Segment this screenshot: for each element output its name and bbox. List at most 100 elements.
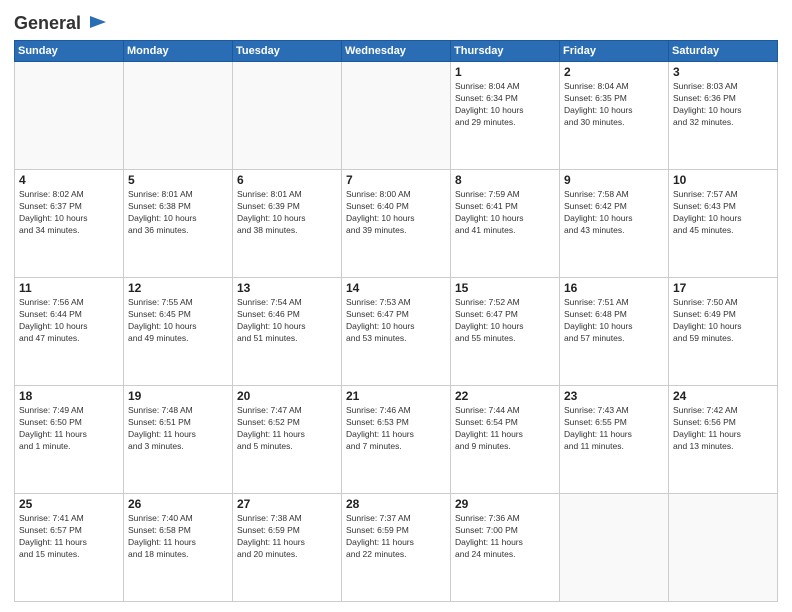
day-info: Sunrise: 7:46 AM Sunset: 6:53 PM Dayligh… [346,405,446,453]
day-info: Sunrise: 7:41 AM Sunset: 6:57 PM Dayligh… [19,513,119,561]
week-row-3: 11 Sunrise: 7:56 AM Sunset: 6:44 PM Dayli… [15,278,778,386]
calendar-cell: 5 Sunrise: 8:01 AM Sunset: 6:38 PM Daylig… [124,170,233,278]
day-info: Sunrise: 7:44 AM Sunset: 6:54 PM Dayligh… [455,405,555,453]
calendar-cell: 14 Sunrise: 7:53 AM Sunset: 6:47 PM Dayli… [342,278,451,386]
calendar-cell: 7 Sunrise: 8:00 AM Sunset: 6:40 PM Daylig… [342,170,451,278]
calendar-cell: 26 Sunrise: 7:40 AM Sunset: 6:58 PM Dayli… [124,494,233,602]
day-info: Sunrise: 8:04 AM Sunset: 6:35 PM Dayligh… [564,81,664,129]
day-info: Sunrise: 7:42 AM Sunset: 6:56 PM Dayligh… [673,405,773,453]
day-info: Sunrise: 8:02 AM Sunset: 6:37 PM Dayligh… [19,189,119,237]
logo: General [14,14,108,34]
day-number: 10 [673,173,773,187]
day-number: 4 [19,173,119,187]
page: General SundayMondayTuesdayWednesdayThur… [0,0,792,612]
calendar-cell: 29 Sunrise: 7:36 AM Sunset: 7:00 PM Dayli… [451,494,560,602]
day-info: Sunrise: 7:48 AM Sunset: 6:51 PM Dayligh… [128,405,228,453]
day-number: 15 [455,281,555,295]
day-number: 29 [455,497,555,511]
weekday-header-row: SundayMondayTuesdayWednesdayThursdayFrid… [15,41,778,62]
day-info: Sunrise: 7:56 AM Sunset: 6:44 PM Dayligh… [19,297,119,345]
day-info: Sunrise: 7:58 AM Sunset: 6:42 PM Dayligh… [564,189,664,237]
day-info: Sunrise: 7:54 AM Sunset: 6:46 PM Dayligh… [237,297,337,345]
calendar-cell [124,62,233,170]
calendar-cell: 20 Sunrise: 7:47 AM Sunset: 6:52 PM Dayli… [233,386,342,494]
day-number: 1 [455,65,555,79]
week-row-5: 25 Sunrise: 7:41 AM Sunset: 6:57 PM Dayli… [15,494,778,602]
day-info: Sunrise: 8:03 AM Sunset: 6:36 PM Dayligh… [673,81,773,129]
day-number: 27 [237,497,337,511]
calendar-cell: 18 Sunrise: 7:49 AM Sunset: 6:50 PM Dayli… [15,386,124,494]
calendar-cell: 8Sunrise: 7:59 AM Sunset: 6:41 PM Daylig… [451,170,560,278]
calendar-cell: 13 Sunrise: 7:54 AM Sunset: 6:46 PM Dayli… [233,278,342,386]
calendar-cell: 19 Sunrise: 7:48 AM Sunset: 6:51 PM Dayli… [124,386,233,494]
calendar-cell: 15 Sunrise: 7:52 AM Sunset: 6:47 PM Dayli… [451,278,560,386]
day-number: 7 [346,173,446,187]
day-info: Sunrise: 8:00 AM Sunset: 6:40 PM Dayligh… [346,189,446,237]
weekday-header-thursday: Thursday [451,41,560,62]
day-info: Sunrise: 7:53 AM Sunset: 6:47 PM Dayligh… [346,297,446,345]
weekday-header-tuesday: Tuesday [233,41,342,62]
day-number: 13 [237,281,337,295]
day-number: 17 [673,281,773,295]
day-number: 18 [19,389,119,403]
day-info: Sunrise: 7:43 AM Sunset: 6:55 PM Dayligh… [564,405,664,453]
weekday-header-friday: Friday [560,41,669,62]
day-number: 20 [237,389,337,403]
day-info: Sunrise: 7:37 AM Sunset: 6:59 PM Dayligh… [346,513,446,561]
day-number: 2 [564,65,664,79]
day-info: Sunrise: 7:47 AM Sunset: 6:52 PM Dayligh… [237,405,337,453]
calendar-cell [669,494,778,602]
calendar-cell: 10 Sunrise: 7:57 AM Sunset: 6:43 PM Dayli… [669,170,778,278]
day-number: 21 [346,389,446,403]
weekday-header-wednesday: Wednesday [342,41,451,62]
day-number: 11 [19,281,119,295]
calendar-cell: 17 Sunrise: 7:50 AM Sunset: 6:49 PM Dayli… [669,278,778,386]
day-number: 12 [128,281,228,295]
day-info: Sunrise: 7:55 AM Sunset: 6:45 PM Dayligh… [128,297,228,345]
day-number: 14 [346,281,446,295]
calendar-cell: 2 Sunrise: 8:04 AM Sunset: 6:35 PM Daylig… [560,62,669,170]
day-number: 26 [128,497,228,511]
calendar-cell [342,62,451,170]
day-number: 24 [673,389,773,403]
day-info: Sunrise: 7:40 AM Sunset: 6:58 PM Dayligh… [128,513,228,561]
calendar-cell: 22 Sunrise: 7:44 AM Sunset: 6:54 PM Dayli… [451,386,560,494]
day-number: 5 [128,173,228,187]
day-number: 28 [346,497,446,511]
day-info: Sunrise: 8:01 AM Sunset: 6:38 PM Dayligh… [128,189,228,237]
day-info: Sunrise: 8:01 AM Sunset: 6:39 PM Dayligh… [237,189,337,237]
week-row-1: 1 Sunrise: 8:04 AM Sunset: 6:34 PM Daylig… [15,62,778,170]
calendar-cell: 1 Sunrise: 8:04 AM Sunset: 6:34 PM Daylig… [451,62,560,170]
week-row-2: 4 Sunrise: 8:02 AM Sunset: 6:37 PM Daylig… [15,170,778,278]
logo-general: General [14,13,81,33]
day-info: Sunrise: 8:04 AM Sunset: 6:34 PM Dayligh… [455,81,555,129]
day-info: Sunrise: 7:52 AM Sunset: 6:47 PM Dayligh… [455,297,555,345]
calendar-cell: 24 Sunrise: 7:42 AM Sunset: 6:56 PM Dayli… [669,386,778,494]
day-info: Sunrise: 7:50 AM Sunset: 6:49 PM Dayligh… [673,297,773,345]
day-info: Sunrise: 7:51 AM Sunset: 6:48 PM Dayligh… [564,297,664,345]
weekday-header-saturday: Saturday [669,41,778,62]
calendar-cell [15,62,124,170]
day-info: Sunrise: 7:49 AM Sunset: 6:50 PM Dayligh… [19,405,119,453]
weekday-header-sunday: Sunday [15,41,124,62]
calendar-cell: 21 Sunrise: 7:46 AM Sunset: 6:53 PM Dayli… [342,386,451,494]
day-info: Sunrise: 7:57 AM Sunset: 6:43 PM Dayligh… [673,189,773,237]
calendar-cell [560,494,669,602]
week-row-4: 18 Sunrise: 7:49 AM Sunset: 6:50 PM Dayli… [15,386,778,494]
day-info: Sunrise: 7:36 AM Sunset: 7:00 PM Dayligh… [455,513,555,561]
calendar-table: SundayMondayTuesdayWednesdayThursdayFrid… [14,40,778,602]
calendar-cell: 3Sunrise: 8:03 AM Sunset: 6:36 PM Daylig… [669,62,778,170]
calendar-cell: 11 Sunrise: 7:56 AM Sunset: 6:44 PM Dayli… [15,278,124,386]
day-number: 19 [128,389,228,403]
calendar-cell: 12 Sunrise: 7:55 AM Sunset: 6:45 PM Dayli… [124,278,233,386]
calendar-cell: 4 Sunrise: 8:02 AM Sunset: 6:37 PM Daylig… [15,170,124,278]
day-number: 9 [564,173,664,187]
day-number: 6 [237,173,337,187]
calendar-cell: 27Sunrise: 7:38 AM Sunset: 6:59 PM Dayli… [233,494,342,602]
logo-text: General [14,14,108,34]
calendar-cell [233,62,342,170]
day-number: 23 [564,389,664,403]
day-number: 22 [455,389,555,403]
calendar-cell: 9 Sunrise: 7:58 AM Sunset: 6:42 PM Daylig… [560,170,669,278]
day-number: 25 [19,497,119,511]
